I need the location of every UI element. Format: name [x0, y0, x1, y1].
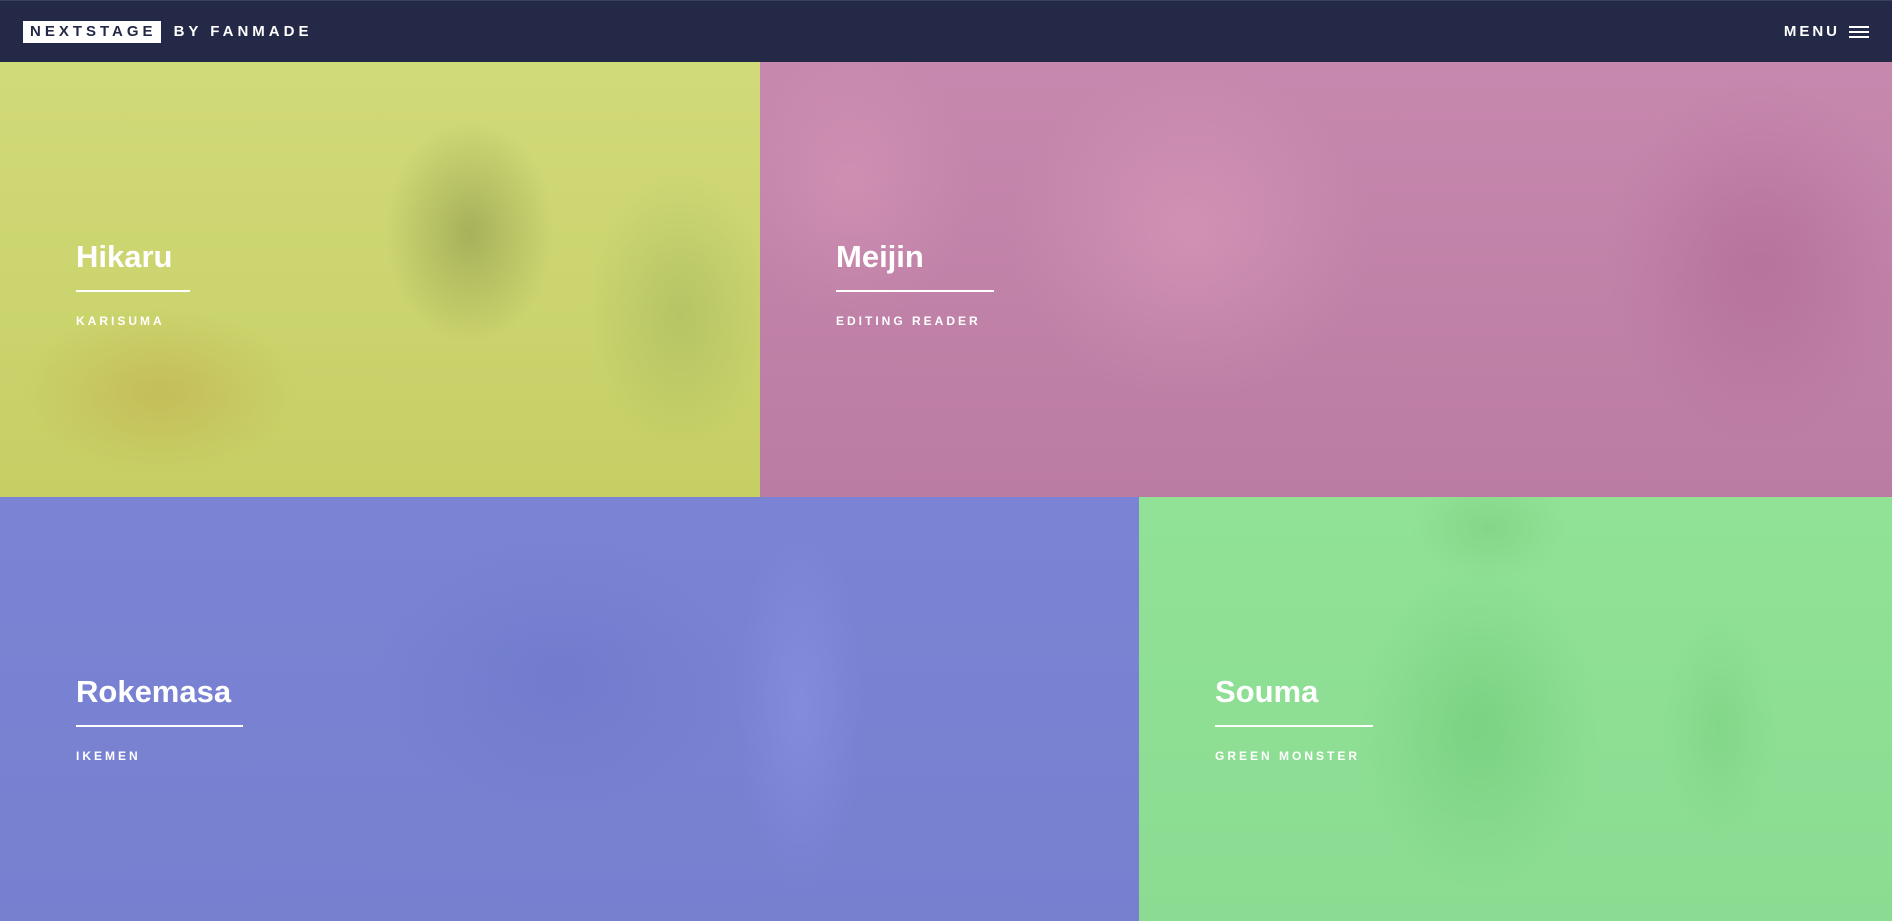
divider	[1215, 725, 1373, 727]
member-card-souma[interactable]: Souma GREEN MONSTER	[1139, 497, 1892, 921]
top-navigation-bar: NEXTSTAGE BY FANMADE MENU	[0, 0, 1892, 62]
hamburger-icon	[1849, 25, 1869, 38]
member-name: Rokemasa	[76, 674, 232, 709]
member-card-content: Souma GREEN MONSTER	[1215, 672, 1373, 763]
divider	[836, 290, 994, 292]
menu-label: MENU	[1783, 23, 1840, 40]
member-name: Souma	[1215, 674, 1319, 709]
member-card-meijin[interactable]: Meijin EDITING READER	[760, 62, 1892, 497]
member-role: GREEN MONSTER	[1215, 749, 1361, 763]
brand-suffix: BY FANMADE	[173, 23, 313, 40]
divider	[76, 725, 243, 727]
member-card-hikaru[interactable]: Hikaru KARISUMA	[0, 62, 760, 497]
brand-name: NEXTSTAGE	[23, 20, 161, 43]
member-role: IKEMEN	[76, 749, 141, 763]
member-card-content: Meijin EDITING READER	[836, 237, 994, 328]
menu-button[interactable]: MENU	[1784, 23, 1869, 40]
member-card-content: Rokemasa IKEMEN	[76, 672, 243, 763]
member-card-content: Hikaru KARISUMA	[76, 237, 190, 328]
member-name: Hikaru	[76, 239, 173, 274]
divider	[76, 290, 190, 292]
member-role: EDITING READER	[836, 314, 981, 328]
member-card-rokemasa[interactable]: Rokemasa IKEMEN	[0, 497, 1139, 921]
brand-logo[interactable]: NEXTSTAGE BY FANMADE	[23, 20, 313, 43]
member-role: KARISUMA	[76, 314, 165, 328]
member-name: Meijin	[836, 239, 924, 274]
